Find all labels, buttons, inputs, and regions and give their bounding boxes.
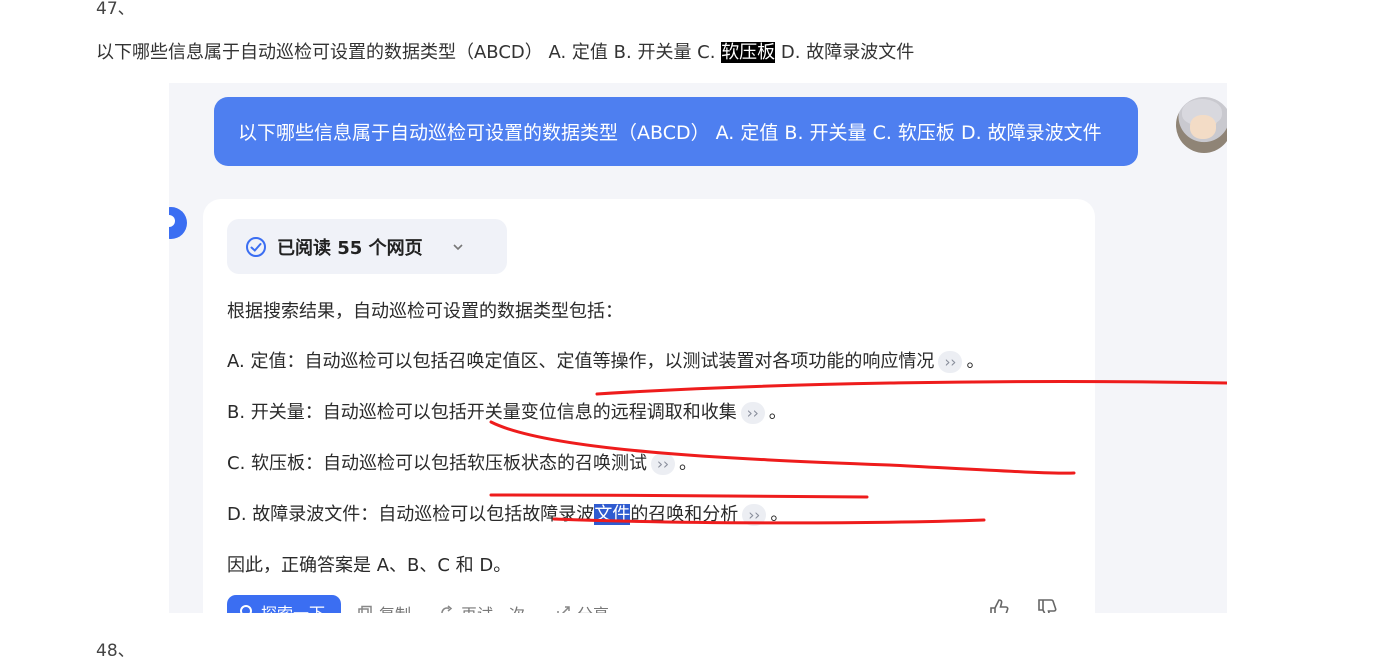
citation-icon[interactable]: ››	[651, 453, 676, 475]
answer-period: 。	[966, 351, 985, 372]
thumbs-down-icon[interactable]	[1035, 597, 1059, 613]
chevron-down-icon	[453, 243, 463, 250]
share-icon	[557, 606, 570, 613]
answer-conclusion: 因此，正确答案是 A、B、C 和 D。	[227, 555, 512, 576]
share-button[interactable]: 分享	[555, 601, 609, 613]
answer-item-d-text-rest: 的召唤和分析	[630, 504, 739, 525]
check-circle-icon	[246, 236, 266, 257]
embedded-chat-screenshot: 以下哪些信息属于自动巡检可设置的数据类型（ABCD） A. 定值 B. 开关量 …	[169, 83, 1227, 613]
copy-button-label: 复制	[379, 601, 411, 613]
answer-item-d-text: D. 故障录波文件：自动巡检可以包括故障录波	[227, 504, 595, 525]
assistant-answer-card: 已阅读 55 个网页 根据搜索结果，自动巡检可设置的数据类型包括： A. 定值：…	[203, 199, 1095, 613]
question-text-part: 以下哪些信息属于自动巡检可设置的数据类型（ABCD） A. 定值 B. 开关量 …	[96, 42, 722, 63]
question-text-part: D. 故障录波文件	[775, 42, 915, 63]
answer-item-a-text: A. 定值：自动巡检可以包括召唤定值区、定值等操作，以测试装置对各项功能的响应情…	[227, 351, 935, 372]
answer-item-c: C. 软压板：自动巡检可以包括软压板状态的召唤测试 ››。	[227, 449, 697, 475]
question-number-48: 48、	[96, 641, 135, 661]
copy-button[interactable]: 复制	[357, 601, 411, 613]
answer-action-bar: 探索一下 复制 再试一次 分享	[227, 595, 1087, 613]
explore-button-label: 探索一下	[261, 600, 325, 613]
citation-icon[interactable]: ››	[740, 402, 765, 424]
answer-item-c-text: C. 软压板：自动巡检可以包括软压板状态的召唤测试	[227, 453, 648, 474]
answer-period: 。	[768, 402, 787, 423]
user-message-bubble: 以下哪些信息属于自动巡检可设置的数据类型（ABCD） A. 定值 B. 开关量 …	[214, 97, 1138, 166]
answer-intro: 根据搜索结果，自动巡检可设置的数据类型包括：	[227, 301, 623, 322]
refresh-icon	[441, 605, 453, 613]
answer-item-a: A. 定值：自动巡检可以包括召唤定值区、定值等操作，以测试装置对各项功能的响应情…	[227, 347, 984, 373]
answer-item-b: B. 开关量：自动巡检可以包括开关量变位信息的远程调取和收集 ››。	[227, 398, 787, 424]
retry-button[interactable]: 再试一次	[439, 601, 525, 613]
answer-item-b-text: B. 开关量：自动巡检可以包括开关量变位信息的远程调取和收集	[227, 402, 737, 423]
answer-item-d: D. 故障录波文件：自动巡检可以包括故障录波文件的召唤和分析 ››。	[227, 500, 788, 526]
search-icon	[240, 605, 252, 613]
selected-text: 文件	[594, 504, 631, 525]
retry-button-label: 再试一次	[461, 601, 525, 613]
read-webpages-label: 已阅读 55 个网页	[277, 237, 423, 259]
answer-period: 。	[679, 453, 698, 474]
citation-icon[interactable]: ››	[938, 351, 963, 373]
question-text: 以下哪些信息属于自动巡检可设置的数据类型（ABCD） A. 定值 B. 开关量 …	[96, 38, 914, 64]
user-avatar	[1176, 97, 1227, 153]
explore-button[interactable]: 探索一下	[227, 595, 341, 613]
highlighted-text: 软压板	[721, 42, 776, 63]
assistant-avatar-icon	[169, 207, 187, 239]
share-button-label: 分享	[577, 601, 609, 613]
question-number-47: 47、	[96, 0, 135, 19]
thumbs-up-icon[interactable]	[987, 597, 1011, 613]
answer-period: 。	[770, 504, 789, 525]
copy-icon	[358, 605, 372, 613]
citation-icon[interactable]: ››	[742, 504, 767, 526]
read-webpages-toggle[interactable]: 已阅读 55 个网页	[227, 219, 507, 274]
